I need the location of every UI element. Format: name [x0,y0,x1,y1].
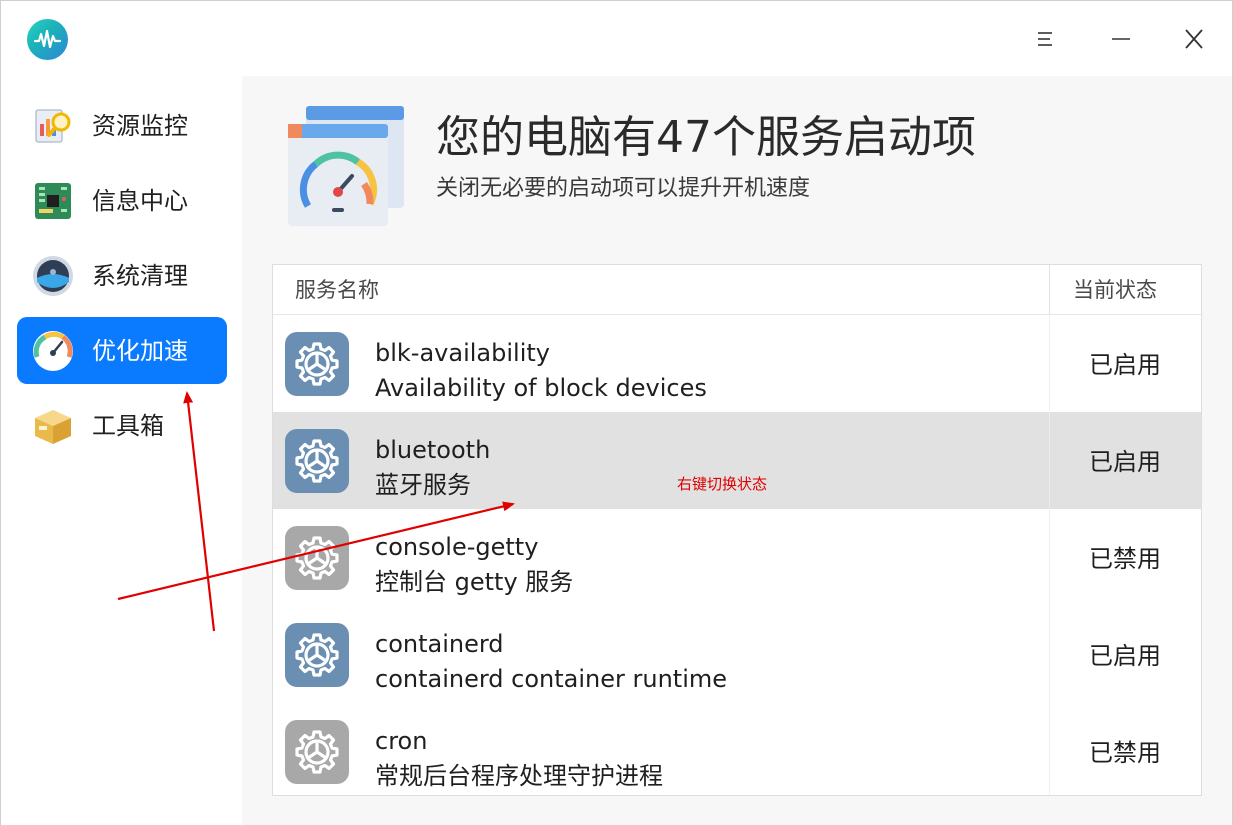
service-gear-icon [285,720,349,784]
service-description: containerd container runtime [375,665,728,693]
sidebar-item-toolbox[interactable]: 工具箱 [17,392,227,459]
sidebar-item-label: 工具箱 [92,412,164,440]
column-divider [1049,703,1050,795]
sidebar-item-resource-monitor[interactable]: 资源监控 [17,92,227,159]
menu-icon[interactable] [1025,21,1065,57]
sidebar-item-optimize[interactable]: 优化加速 [17,317,227,384]
service-name: containerd [375,630,504,658]
service-description: 蓝牙服务 [375,471,471,499]
table-row[interactable]: blk-availability Availability of block d… [273,315,1201,412]
service-status: 已启用 [1089,351,1161,379]
startup-speedometer-icon [286,104,406,228]
service-description: Availability of block devices [375,374,707,402]
service-gear-icon [285,332,349,396]
service-status: 已启用 [1089,642,1161,670]
sidebar-item-label: 系统清理 [92,262,188,290]
toolbox-icon [31,404,75,448]
service-status: 已禁用 [1089,545,1161,573]
sidebar: 资源监控 信息中心 系统清理 优化加速 工具箱 [1,76,242,825]
sidebar-item-system-cleanup[interactable]: 系统清理 [17,242,227,309]
table-header: 服务名称 当前状态 [273,265,1201,315]
table-row[interactable]: containerd containerd container runtime … [273,606,1201,703]
service-table: 服务名称 当前状态 blk-availability Availability … [272,264,1202,796]
column-header-name[interactable]: 服务名称 [295,275,379,305]
page-subtitle: 关闭无必要的启动项可以提升开机速度 [436,176,811,201]
resource-monitor-icon [31,104,75,148]
service-status: 已启用 [1089,448,1161,476]
service-name: console-getty [375,533,539,561]
close-icon[interactable] [1174,21,1214,57]
annotation-label: 右键切换状态 [677,475,768,493]
main-panel: 您的电脑有47个服务启动项 关闭无必要的启动项可以提升开机速度 服务名称 当前状… [242,76,1232,825]
disk-cleanup-icon [31,254,75,298]
service-description: 常规后台程序处理守护进程 [375,762,663,790]
service-name: blk-availability [375,339,550,367]
sidebar-item-label: 优化加速 [92,337,188,365]
column-divider [1049,606,1050,703]
sidebar-item-label: 信息中心 [92,187,188,215]
titlebar [1,1,1232,76]
table-row[interactable]: console-getty 控制台 getty 服务 已禁用 [273,509,1201,606]
service-name: bluetooth [375,436,491,464]
page-title: 您的电脑有47个服务启动项 [436,112,976,163]
minimize-icon[interactable] [1101,21,1141,57]
waveform-logo-icon [27,19,68,60]
service-gear-icon [285,623,349,687]
column-divider [1049,265,1050,315]
sidebar-item-info-center[interactable]: 信息中心 [17,167,227,234]
circuit-board-icon [31,179,75,223]
service-gear-icon [285,526,349,590]
app-window: 资源监控 信息中心 系统清理 优化加速 工具箱 您的电脑有47个服务启动项 关闭… [0,0,1233,825]
service-description: 控制台 getty 服务 [375,568,574,596]
table-row[interactable]: bluetooth 蓝牙服务 已启用 [273,412,1201,509]
column-divider [1049,412,1050,509]
column-divider [1049,509,1050,606]
table-row[interactable]: cron 常规后台程序处理守护进程 已禁用 [273,703,1201,795]
service-status: 已禁用 [1089,739,1161,767]
sidebar-item-label: 资源监控 [92,112,188,140]
service-name: cron [375,727,428,755]
column-header-status[interactable]: 当前状态 [1073,275,1157,305]
column-divider [1049,315,1050,412]
service-gear-icon [285,429,349,493]
speedometer-icon [31,329,75,373]
